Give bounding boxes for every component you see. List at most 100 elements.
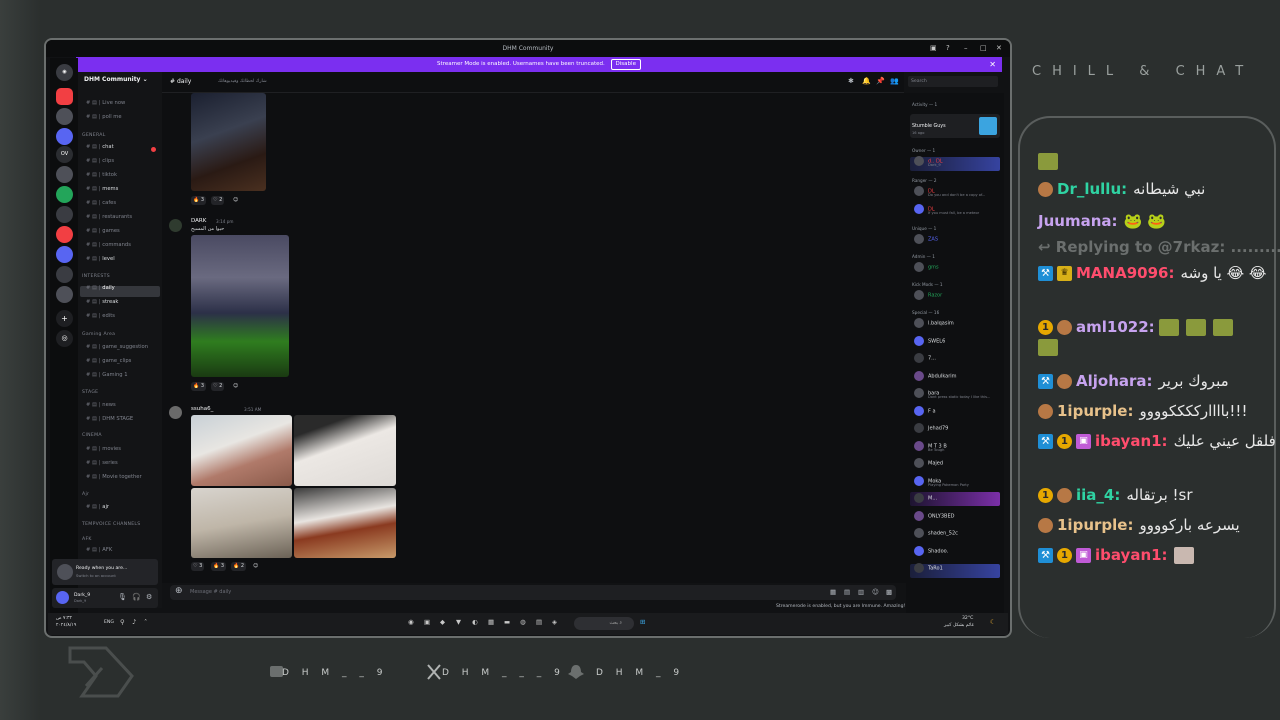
app-icon[interactable]: ◐ — [472, 618, 478, 626]
channel-item[interactable]: # ▤ | restaurants — [86, 214, 132, 220]
channel-item[interactable]: # ▤ | edits — [86, 313, 115, 319]
guild-name[interactable]: DHM Community ⌄ — [84, 76, 148, 83]
add-server-icon[interactable]: + — [56, 310, 73, 327]
threads-icon[interactable]: ✱ — [848, 77, 854, 85]
channel-item[interactable]: # ▤ | series — [86, 460, 118, 466]
channel-item[interactable]: # ▤ | clips — [86, 158, 114, 164]
message-image[interactable] — [191, 235, 289, 377]
reaction-button[interactable]: 🔥 3 — [191, 382, 207, 391]
message-image[interactable] — [294, 415, 396, 486]
member-item[interactable]: M T 3 B Be Tough — [914, 440, 947, 452]
add-reaction-icon[interactable]: ☺ — [251, 562, 260, 571]
message-composer[interactable]: ⊕ Message # daily ▦ ▤ ▥ ☺ ▩ — [170, 585, 896, 600]
message-author[interactable]: DARK — [191, 218, 206, 224]
maximize-button[interactable]: □ — [980, 40, 987, 57]
message-image[interactable] — [191, 415, 292, 486]
microphone-icon[interactable]: 🎙 — [118, 593, 127, 601]
member-item[interactable]: 7... — [914, 353, 936, 363]
channel-item[interactable]: # ▤ | game_suggestion — [86, 344, 148, 350]
reaction-button[interactable]: ♡ 2 — [211, 382, 225, 391]
taskbar-search[interactable]: بحث ⌕ — [574, 617, 634, 630]
channel-category[interactable]: Ajr — [82, 492, 89, 497]
server-icon[interactable] — [56, 88, 73, 105]
app-icon[interactable]: ▤ — [536, 618, 542, 626]
user-avatar[interactable] — [56, 591, 69, 604]
member-item[interactable]: gms — [914, 262, 939, 272]
member-item[interactable]: DL If you must fall, be a meteor — [914, 204, 979, 215]
server-icon[interactable] — [56, 108, 73, 125]
member-item[interactable]: Moka Playing Pokemon Party — [914, 475, 969, 487]
channel-category[interactable]: AFK — [82, 537, 92, 542]
app-icon[interactable]: ▣ — [424, 618, 430, 626]
member-item[interactable]: DL Do you and don't be a copy of... — [914, 186, 985, 197]
gif-icon[interactable]: ▤ — [844, 588, 850, 596]
add-reaction-icon[interactable]: ☺ — [231, 196, 240, 205]
message-image[interactable] — [191, 488, 292, 558]
explore-icon[interactable]: ◎ — [56, 330, 73, 347]
channel-category[interactable]: STAGE — [82, 390, 98, 395]
channel-item[interactable]: # ▤ | mems — [86, 186, 118, 192]
inbox-icon[interactable]: ▣ — [930, 40, 937, 57]
app-icon[interactable]: ▦ — [488, 618, 494, 626]
member-item[interactable]: F a — [914, 405, 936, 416]
app-icon[interactable]: ◈ — [552, 618, 557, 626]
channel-item[interactable]: # ▤ | DHM STAGE — [86, 416, 133, 422]
channel-item[interactable]: # ▤ | news — [86, 402, 116, 408]
channel-item[interactable]: # ▤ | AFK — [86, 547, 112, 553]
channel-category[interactable]: GENERAL — [82, 133, 106, 138]
channel-item[interactable]: # ▤ | game_clips — [86, 358, 131, 364]
channel-item[interactable]: # ▤ | poll me — [86, 114, 122, 120]
reaction-button[interactable]: ♡ 3 — [191, 562, 205, 571]
member-item[interactable]: ONLY3BED — [914, 510, 954, 521]
member-item[interactable]: Majed — [914, 458, 943, 468]
channel-item[interactable]: # ▤ | ajr — [86, 504, 109, 510]
headphones-icon[interactable]: 🎧 — [132, 593, 141, 601]
message-avatar[interactable] — [169, 219, 182, 232]
close-window-button[interactable]: ✕ — [996, 40, 1002, 57]
server-icon[interactable] — [56, 186, 73, 203]
minimize-button[interactable]: – — [964, 40, 968, 57]
app-icon[interactable]: ◉ — [408, 618, 414, 626]
channel-item[interactable]: # ▤ | Gaming 1 — [86, 372, 128, 378]
activity-card[interactable]: Stumble Guys 16 ago — [910, 114, 1000, 138]
member-item[interactable]: l.balqasim — [914, 318, 954, 328]
gift-icon[interactable]: ▦ — [830, 588, 836, 596]
channel-item[interactable]: # ▤ | Movie together — [86, 474, 142, 480]
sticker-icon[interactable]: ▥ — [858, 588, 864, 596]
member-list-icon[interactable]: 👥 — [890, 77, 899, 85]
edge-icon[interactable]: ◍ — [520, 618, 526, 626]
member-item[interactable]: Jehad79 — [914, 423, 948, 433]
member-item[interactable]: bara Dont press static today I like this.… — [914, 388, 990, 399]
server-icon[interactable] — [56, 266, 73, 283]
folder-icon[interactable]: ▬ — [504, 618, 510, 626]
windows-start-icon[interactable]: ⊞ — [640, 618, 645, 626]
banner-close-icon[interactable]: ✕ — [989, 57, 996, 72]
channel-category[interactable]: INTERESTS — [82, 274, 110, 279]
attach-plus-icon[interactable]: ⊕ — [175, 586, 183, 596]
reaction-button[interactable]: 🔥 2 — [231, 562, 247, 571]
member-item[interactable]: M... — [914, 493, 937, 503]
channel-item[interactable]: # ▤ | movies — [86, 446, 121, 452]
channel-item[interactable]: # ▤ | daily — [86, 285, 115, 291]
pin-icon[interactable]: 📌 — [876, 77, 885, 85]
server-icon[interactable] — [56, 128, 73, 145]
server-icon[interactable] — [56, 166, 73, 183]
brave-icon[interactable]: ▼ — [456, 618, 461, 626]
reaction-button[interactable]: 🔥 3 — [191, 196, 207, 205]
ready-panel[interactable]: Ready when you are... Switch to an accou… — [52, 559, 158, 585]
taskbar-lang[interactable]: ENG — [104, 620, 114, 625]
home-server-icon[interactable]: ◉ — [56, 64, 73, 81]
server-icon[interactable] — [56, 206, 73, 223]
search-input[interactable]: Search — [908, 76, 998, 87]
member-item[interactable]: TaRo1 — [914, 563, 943, 573]
member-item[interactable]: SWEL6 — [914, 335, 945, 346]
message-image[interactable] — [191, 93, 266, 191]
member-item[interactable]: shaden_52c — [914, 528, 958, 538]
member-item[interactable]: ZAS — [914, 234, 938, 244]
member-item[interactable]: Razor — [914, 290, 942, 300]
channel-category[interactable]: TEMPVOICE CHANNELS — [82, 522, 141, 527]
server-icon[interactable] — [56, 286, 73, 303]
channel-item[interactable]: # ▤ | tiktok — [86, 172, 117, 178]
disable-button[interactable]: Disable — [610, 59, 641, 70]
emoji-icon[interactable]: ☺ — [872, 588, 879, 596]
